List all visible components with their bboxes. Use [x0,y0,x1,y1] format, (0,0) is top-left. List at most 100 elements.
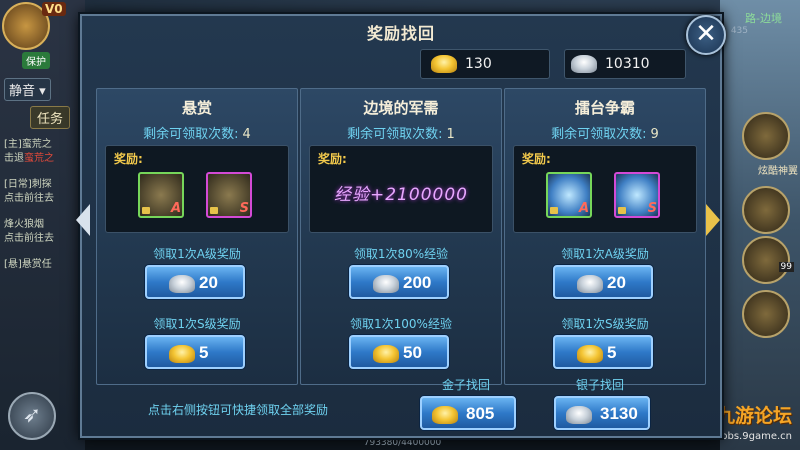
mute-label: 静音 [9,84,36,99]
silver-recovery-label: 银子找回 [576,378,625,392]
protect-badge[interactable]: 保护 [22,52,50,69]
skill-icon[interactable] [742,290,790,338]
gold-ingot-icon [431,55,457,73]
claim-cost: 5 [199,343,209,362]
treasure-chest-icon[interactable]: A [546,172,592,218]
claim-s-button[interactable]: 5 [553,335,653,369]
lock-icon [142,207,150,214]
bag-icon[interactable] [742,186,790,234]
money-bag-icon[interactable]: A [138,172,184,218]
money-bag-icon[interactable]: S [206,172,252,218]
remaining-count-value: 1 [446,127,455,142]
reward-box: 奖励: 经验+2100000 [309,145,493,233]
quest-action: 点击前往去 [4,193,54,204]
quest-item[interactable]: [悬]悬赏任 [4,258,82,272]
close-icon[interactable]: ✕ [686,15,726,55]
silver-balance-value: 10310 [605,56,650,72]
map-name: 路-边境 [745,12,782,25]
grade-label: A [170,201,181,216]
lock-icon [550,207,558,214]
watermark-url: bbs.9game.cn [721,431,792,442]
panel-title: 悬赏 [181,99,212,117]
reward-box: 奖励: A S [105,145,289,233]
quest-target: 蛮荒之 [24,153,54,164]
remaining-count-value: 9 [650,127,659,142]
silver-recovery-value: 3130 [600,404,638,423]
treasure-chest-icon[interactable]: S [614,172,660,218]
wing-icon[interactable]: ➶ [8,392,56,440]
quest-tag: [日常] [4,179,32,190]
item-slot-icon[interactable] [742,236,790,284]
item-count: 99 [778,262,794,272]
map-coord: 435 [730,26,748,36]
claim-100-label: 领取1次100%经验 [350,317,452,331]
reward-label: 奖励: [318,152,347,166]
claim-a-button[interactable]: 20 [553,265,653,299]
lock-icon [618,207,626,214]
exp-bar: 793380/4400000 [85,438,720,450]
gold-ingot-icon [432,406,458,424]
claim-s-button[interactable]: 5 [145,335,245,369]
arena-panel: 擂台争霸 剩余可领取次数: 9 奖励: A S 领取1次A级奖励 20 领取1次S… [504,88,706,385]
gold-recovery-value: 805 [466,404,495,423]
claim-80-label: 领取1次80%经验 [353,247,449,261]
quest-action: 击退 [4,153,24,164]
grade-label: S [647,201,657,216]
silver-ingot-icon [373,275,399,293]
exp-progress-text: 793380/4400000 [363,438,442,448]
claim-cost: 20 [199,273,218,292]
border-supply-panel: 边境的军需 剩余可领取次数: 1 奖励: 经验+2100000 领取1次80%经验… [300,88,502,385]
quest-item[interactable]: 烽火狼烟 点击前往去 [4,218,82,246]
gold-recovery-button[interactable]: 805 [420,396,516,430]
quest-item[interactable]: [主]蛮荒之 击退蛮荒之 [4,138,82,166]
gold-ingot-icon [169,345,195,363]
exp-reward-text: 经验+2100000 [334,185,468,205]
vip-badge: V0 [42,2,66,16]
panel-title: 边境的军需 [363,99,439,117]
reward-box: 奖励: A S [513,145,697,233]
claim-100-button[interactable]: 50 [349,335,449,369]
bounty-panel: 悬赏 剩余可领取次数: 4 奖励: A S 领取1次A级奖励 20 领取1次S级奖… [96,88,298,385]
next-page-arrow-icon[interactable] [706,204,720,236]
lock-icon [210,207,218,214]
silver-ingot-icon [566,406,592,424]
watermark-title: 九游论坛 [715,405,792,427]
remaining-count-label: 剩余可领取次数: [347,127,443,142]
gold-balance: 130 [420,49,550,79]
remaining-count-label: 剩余可领取次数: [143,127,239,142]
wing-feature-icon[interactable] [742,112,790,160]
prev-page-arrow-icon[interactable] [76,204,90,236]
remaining-count: 剩余可领取次数: 1 [301,123,501,142]
task-tab[interactable]: 任务 [30,106,71,129]
claim-s-label: 领取1次S级奖励 [153,317,241,331]
gold-ingot-icon [577,345,603,363]
claim-a-label: 领取1次A级奖励 [153,247,241,261]
task-tab-label: 任务 [37,112,64,127]
reward-recovery-modal: 奖励找回 130 10310 悬赏 剩余可领取次数: 4 奖励: A S 领取1次… [80,14,722,438]
silver-balance: 10310 [564,49,686,79]
quest-tag: [主] [4,139,22,150]
wing-feature-label: 炫酷神翼 [758,166,798,177]
claim-s-label: 领取1次S级奖励 [561,317,649,331]
quest-tag: [悬] [4,259,22,270]
panel-title: 擂台争霸 [574,99,635,117]
mute-toggle[interactable]: 静音 ▾ [4,78,51,101]
remaining-count: 剩余可领取次数: 4 [97,123,297,142]
claim-a-button[interactable]: 20 [145,265,245,299]
quest-name: 悬赏任 [21,259,52,270]
quest-name: 蛮荒之 [21,139,52,150]
grade-label: S [239,201,249,216]
gold-recovery-label: 金子找回 [442,378,491,392]
reward-label: 奖励: [114,152,143,166]
gold-balance-value: 130 [465,56,492,72]
modal-title: 奖励找回 [366,24,435,43]
grade-label: A [578,201,589,216]
quest-item[interactable]: [日常]刺探 点击前往去 [4,178,82,206]
silver-recovery-button[interactable]: 3130 [554,396,650,430]
gold-ingot-icon [373,345,399,363]
claim-cost: 200 [403,273,432,292]
footer-hint: 点击右侧按钮可快捷领取全部奖励 [148,403,329,417]
claim-80-button[interactable]: 200 [349,265,449,299]
claim-cost: 20 [607,273,626,292]
reward-label: 奖励: [522,152,551,166]
